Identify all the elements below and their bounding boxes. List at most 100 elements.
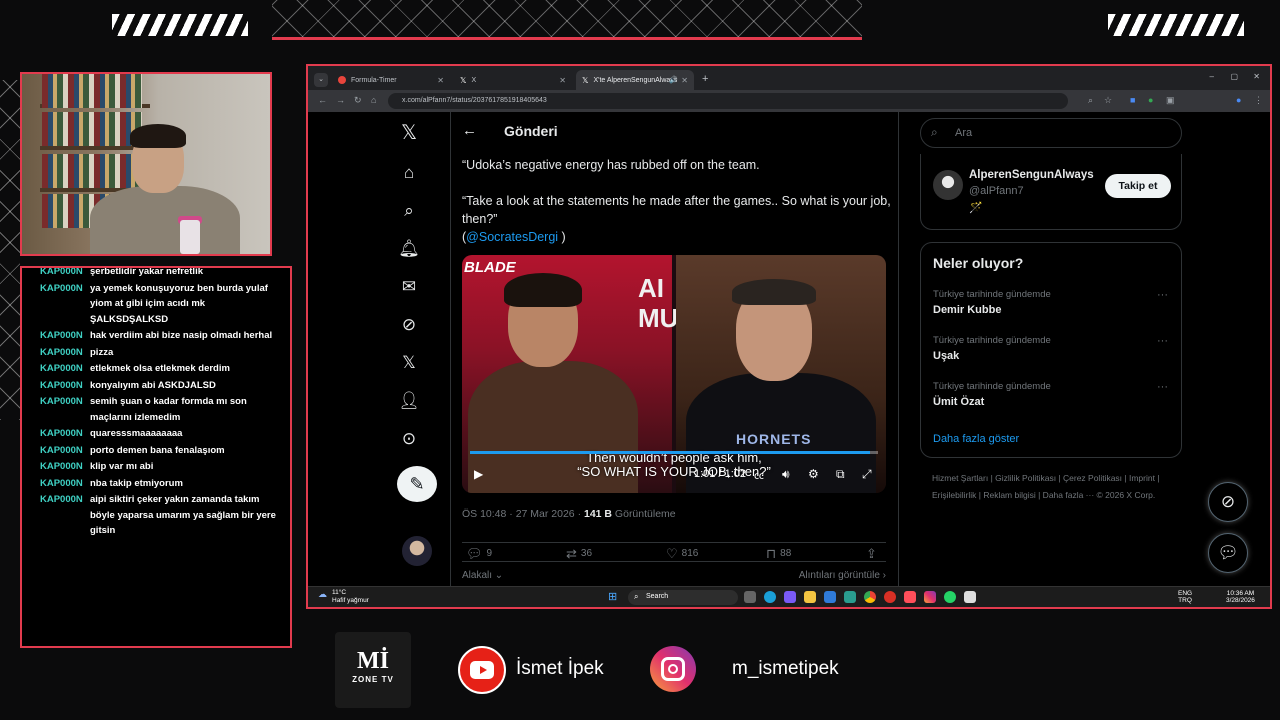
forward-arrow-icon[interactable]: → (336, 95, 345, 105)
tweet-meta: ÖS 10:48 · 27 Mar 2026 · 141 B Görüntüle… (462, 508, 676, 520)
edge-icon[interactable] (764, 591, 776, 603)
language-indicator[interactable]: ENG TRQ (1178, 590, 1192, 604)
app-icon[interactable] (904, 591, 916, 603)
speaker-icon[interactable]: 🔊 (669, 76, 678, 84)
weather-widget[interactable]: ☁ 11°C Hafif yağmur (318, 589, 369, 605)
profile-icon[interactable]: ● (1236, 95, 1241, 105)
tab-x[interactable]: 𝕏 X ✕ (454, 70, 572, 90)
app-icon[interactable] (964, 591, 976, 603)
extension-icon[interactable]: ● (1148, 95, 1153, 105)
chrome-icon[interactable] (864, 591, 876, 603)
chat-text: klip var mı abi (90, 461, 154, 472)
user-avatar[interactable] (933, 170, 963, 200)
task-view-icon[interactable] (744, 591, 756, 603)
related-sort[interactable]: Alakalı ⌄ (462, 570, 503, 581)
whatsapp-icon[interactable] (944, 591, 956, 603)
clock[interactable]: 10:36 AM 3/28/2026 (1226, 590, 1255, 604)
mail-icon[interactable] (824, 591, 836, 603)
tab-label: X'te AlperenSengunAlways (593, 76, 678, 84)
fullscreen-icon[interactable]: ⤢ (862, 467, 872, 482)
compose-post-button[interactable]: ✎ (397, 466, 437, 502)
chat-text: quaresssmaaaaaaaa (90, 428, 183, 439)
captions-icon[interactable]: ㏄ (754, 467, 764, 482)
folder-icon[interactable] (804, 591, 816, 603)
tab-search-icon[interactable]: ⌄ (314, 73, 328, 87)
more-dots-icon[interactable]: ··· (1157, 335, 1168, 347)
bookmark-star-icon[interactable]: ☆ (1104, 95, 1112, 106)
view-quotes-link[interactable]: Alıntıları görüntüle › (799, 570, 886, 581)
settings-gear-icon[interactable]: ⚙ (808, 467, 819, 481)
tab-close-icon[interactable]: ✕ (437, 76, 444, 85)
search-input[interactable]: ⌕ Ara (920, 118, 1182, 148)
tweet-timestamp[interactable]: ÖS 10:48 · 27 Mar 2026 · (462, 508, 584, 520)
back-arrow-icon[interactable]: ← (318, 95, 327, 105)
new-tab-button[interactable]: + (702, 73, 708, 85)
url-field[interactable]: x.com/alPfann7/status/203761785191840564… (388, 93, 1068, 109)
volume-icon[interactable]: 🔊︎ (782, 467, 790, 482)
video-player[interactable]: BLADE AI MU HORNETS Then wouldn’t people… (462, 255, 886, 493)
video-logo: BLADE (464, 259, 516, 276)
user-name[interactable]: AlperenSengunAlways (969, 169, 1094, 181)
grok-float-button[interactable]: ⊘ (1208, 482, 1248, 522)
taskbar-search-label: Search (646, 593, 669, 600)
app-icon[interactable] (844, 591, 856, 603)
maximize-button[interactable]: ▢ (1230, 72, 1238, 81)
tab-close-icon[interactable]: ✕ (559, 76, 566, 85)
reload-icon[interactable]: ↻ (354, 95, 362, 106)
like-button[interactable]: ♡ 816 (666, 546, 698, 562)
follow-button[interactable]: Takip et (1105, 174, 1171, 198)
profile-person-icon[interactable]: 👤︎ (398, 390, 420, 412)
taskbar-search[interactable]: ⌕ Search (628, 590, 738, 605)
messages-float-button[interactable]: 💬︎ (1208, 533, 1248, 573)
video-progress-bar[interactable] (470, 451, 878, 454)
tab-x-post[interactable]: 𝕏 X'te AlperenSengunAlways 🔊 ✕ (576, 70, 694, 90)
like-count: 816 (681, 548, 699, 559)
account-avatar[interactable] (402, 536, 432, 566)
repost-button[interactable]: ⇄ 36 (566, 546, 592, 562)
store-icon[interactable] (784, 591, 796, 603)
extension-icon[interactable]: ▣ (1166, 95, 1175, 106)
home-nav-icon[interactable]: ⌂ (398, 162, 420, 184)
notifications-bell-icon[interactable]: 🔔︎ (398, 238, 420, 260)
explore-search-icon[interactable]: ⌕ (398, 200, 420, 222)
youtube-name: İsmet İpek (516, 658, 604, 679)
app-icon[interactable] (884, 591, 896, 603)
youtube-icon (458, 646, 506, 694)
tab-close-icon[interactable]: ✕ (681, 76, 688, 85)
chat-text: nba takip etmiyorum (90, 477, 183, 489)
browser-window: ⌄ Formula-Timer ✕ 𝕏 X ✕ 𝕏 X'te AlperenSe… (306, 64, 1272, 609)
back-arrow-icon[interactable]: ← (462, 122, 477, 139)
video-subtitle: Then wouldn’t people ask him, “SO WHAT I… (462, 451, 886, 479)
chat-message: KAP000N klip var mı abi (40, 459, 280, 475)
tab-bar: ⌄ Formula-Timer ✕ 𝕏 X ✕ 𝕏 X'te AlperenSe… (308, 66, 1270, 90)
play-icon[interactable]: ▶ (474, 467, 483, 481)
more-dots-icon[interactable]: ··· (1157, 381, 1168, 393)
mention-link[interactable]: @SocratesDergi (466, 230, 558, 244)
chat-username: KAP000N (40, 396, 83, 407)
windows-start-icon[interactable]: ⊞ (608, 590, 617, 603)
menu-dots-icon[interactable]: ⋮ (1254, 95, 1263, 106)
grok-icon[interactable]: ⊘ (398, 314, 420, 336)
more-circle-icon[interactable]: ⊙ (398, 428, 420, 450)
premium-x-icon[interactable]: 𝕏 (398, 352, 420, 374)
more-dots-icon[interactable]: ··· (1157, 289, 1168, 301)
minimize-button[interactable]: – (1210, 72, 1214, 81)
bookmark-button[interactable]: ⊓ 88 (766, 546, 791, 562)
x-favicon-icon: 𝕏 (582, 75, 589, 85)
zoom-icon[interactable]: ⌕ (1088, 95, 1093, 106)
x-logo-icon[interactable]: 𝕏 (398, 122, 420, 144)
extension-icon[interactable]: ■ (1130, 95, 1135, 105)
close-window-button[interactable]: ✕ (1253, 72, 1260, 81)
weather-temp: 11°C (332, 589, 347, 596)
footer-links[interactable]: Hizmet Şartları | Gizlilik Politikası | … (932, 470, 1172, 504)
side-lattice-pattern (0, 80, 20, 420)
share-button[interactable]: ⇪ (866, 546, 881, 562)
tab-formula-timer[interactable]: Formula-Timer ✕ (332, 70, 450, 90)
messages-mail-icon[interactable]: ✉ (398, 276, 420, 298)
feather-plus-icon: ✎ (409, 474, 425, 494)
reply-button[interactable]: 💬︎ 9 (466, 546, 492, 562)
home-icon[interactable]: ⌂ (371, 95, 376, 105)
instagram-app-icon[interactable] (924, 591, 936, 603)
show-more-link[interactable]: Daha fazla göster (933, 433, 1019, 445)
pip-icon[interactable]: ⧉ (836, 467, 845, 482)
